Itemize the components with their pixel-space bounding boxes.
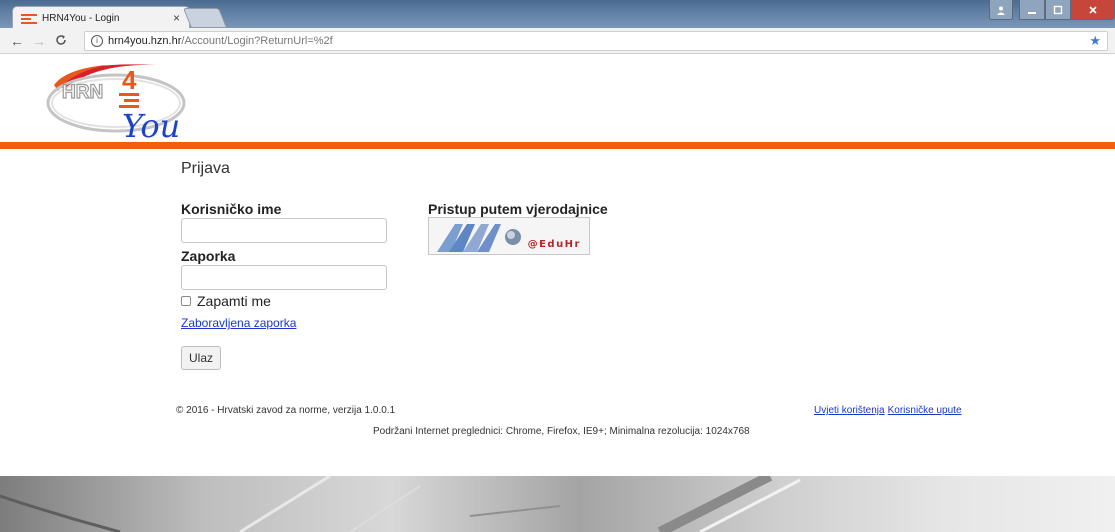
- window-close-icon[interactable]: [1071, 0, 1115, 20]
- browser-toolbar: ← → i hrn4you.hzn.hr /Account/Login?Retu…: [0, 28, 1115, 54]
- favicon-icon: [21, 12, 37, 26]
- site-header: HRN 4 You: [0, 55, 1115, 145]
- reload-icon[interactable]: [50, 33, 72, 49]
- site-info-icon[interactable]: i: [91, 35, 103, 47]
- url-path: /Account/Login?ReturnUrl=%2f: [181, 35, 333, 47]
- forward-arrow-icon[interactable]: →: [28, 33, 50, 49]
- username-label: Korisničko ime: [181, 201, 282, 217]
- decorative-banner-image: [0, 476, 1115, 532]
- maximize-icon[interactable]: [1045, 0, 1071, 20]
- remember-me-row[interactable]: Zapamti me: [181, 293, 271, 309]
- login-button[interactable]: Ulaz: [181, 346, 221, 370]
- forgot-password-link[interactable]: Zaboravljena zaporka: [181, 316, 296, 330]
- back-arrow-icon[interactable]: ←: [6, 33, 28, 49]
- browser-tabstrip: HRN4You - Login ×: [0, 0, 1115, 30]
- svg-text:You: You: [122, 107, 180, 145]
- address-bar[interactable]: i hrn4you.hzn.hr /Account/Login?ReturnUr…: [84, 31, 1108, 51]
- browser-tab[interactable]: HRN4You - Login ×: [12, 6, 190, 30]
- tab-title: HRN4You - Login: [42, 13, 120, 24]
- hrn4you-logo[interactable]: HRN 4 You: [36, 55, 216, 145]
- url-host: hrn4you.hzn.hr: [108, 35, 182, 47]
- minimize-icon[interactable]: [1019, 0, 1045, 20]
- federated-login-title: Pristup putem vjerodajnice: [428, 201, 608, 217]
- aai-eduhr-label: @EduHr: [527, 239, 581, 250]
- svg-text:HRN: HRN: [62, 82, 103, 103]
- aai-logo-icon: [437, 224, 521, 252]
- copyright-text: © 2016 - Hrvatski zavod za norme, verzij…: [176, 405, 396, 416]
- window-controls: [989, 0, 1115, 20]
- aai-eduhr-login-button[interactable]: @EduHr: [428, 217, 590, 255]
- header-accent-bar: [0, 142, 1115, 149]
- user-manual-link[interactable]: Korisničke upute: [888, 405, 962, 416]
- password-input[interactable]: [181, 265, 387, 290]
- tab-close-icon[interactable]: ×: [173, 11, 180, 25]
- remember-me-label: Zapamti me: [197, 293, 271, 309]
- footer-links: Uvjeti korištenja Korisničke upute: [814, 405, 962, 416]
- remember-me-checkbox[interactable]: [181, 296, 191, 306]
- username-input[interactable]: [181, 218, 387, 243]
- bookmark-star-icon[interactable]: ★: [1089, 33, 1101, 49]
- new-tab-button[interactable]: [182, 8, 228, 28]
- user-profile-icon[interactable]: [989, 0, 1013, 20]
- password-label: Zaporka: [181, 248, 236, 264]
- supported-browsers-note: Podržani Internet preglednici: Chrome, F…: [373, 426, 750, 437]
- terms-link[interactable]: Uvjeti korištenja: [814, 405, 885, 416]
- page-title: Prijava: [181, 160, 230, 177]
- svg-text:4: 4: [122, 65, 137, 95]
